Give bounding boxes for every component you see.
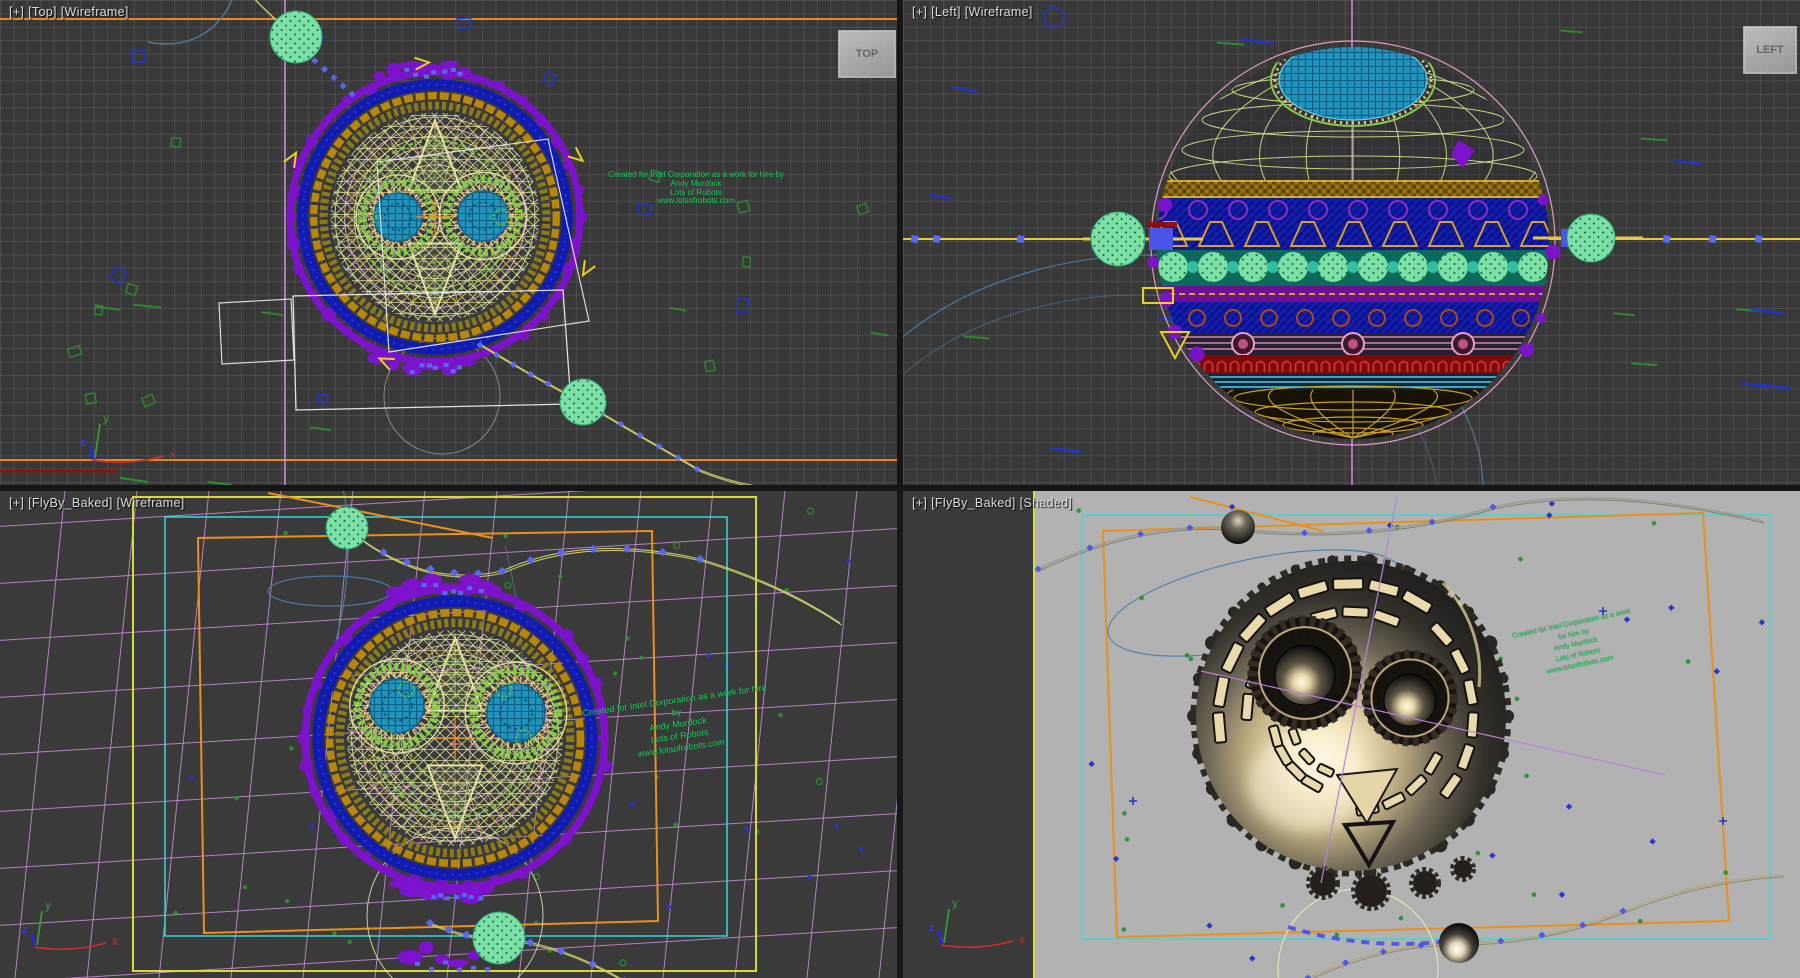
svg-text:x: x <box>170 447 176 461</box>
viewport-menu-general[interactable]: [+] <box>912 496 927 510</box>
wireframe-sphere-model <box>297 574 612 904</box>
viewport-menu-shading[interactable]: [Wireframe] <box>117 496 185 510</box>
viewport-flyby-wireframe[interactable]: yxz [+] [FlyBy_Baked] [Wireframe] Create… <box>0 491 897 978</box>
svg-text:x: x <box>1019 932 1025 946</box>
viewport-label-top: [+] [Top] [Wireframe] <box>9 5 129 19</box>
shaded-eye <box>1363 651 1457 745</box>
svg-text:z: z <box>929 922 935 934</box>
flyby-wireframe-scene: y x z <box>0 491 897 978</box>
viewport-menu-pov[interactable]: [Left] <box>931 5 961 19</box>
svg-text:x: x <box>112 934 118 948</box>
svg-text:z: z <box>80 437 86 449</box>
camera-axis-gizmo: y x z <box>929 896 1025 947</box>
svg-text:y: y <box>952 896 958 910</box>
viewport-menu-general[interactable]: [+] <box>9 496 24 510</box>
viewport-menu-pov[interactable]: [FlyBy_Baked] <box>931 496 1016 510</box>
viewport-label-left: [+] [Left] [Wireframe] <box>912 5 1033 19</box>
viewport-quad: yxz [+] [Top] [Wireframe] TOP Created fo… <box>0 0 1800 978</box>
viewport-menu-general[interactable]: [+] <box>9 5 24 19</box>
viewport-menu-pov[interactable]: [Top] <box>28 5 57 19</box>
viewport-menu-shading[interactable]: [Wireframe] <box>965 5 1033 19</box>
viewport-menu-shading[interactable]: [Wireframe] <box>61 5 129 19</box>
left-view-scene <box>903 0 1800 485</box>
viewport-flyby-shaded[interactable]: yxz [+] [FlyBy_Baked] [Shaded] Created f… <box>903 491 1800 978</box>
flyby-shaded-scene: y x z <box>903 491 1800 978</box>
shaded-eye <box>1249 617 1361 729</box>
world-axis-gizmo: y x z <box>80 411 176 462</box>
flyby-shaded-root: y x z <box>929 491 1800 978</box>
svg-text:y: y <box>103 411 109 425</box>
left-view-sphere-model <box>1135 34 1578 485</box>
viewcube-left[interactable]: LEFT <box>1743 26 1797 74</box>
svg-text:z: z <box>22 924 28 936</box>
viewport-menu-general[interactable]: [+] <box>912 5 927 19</box>
viewcube-top[interactable]: TOP <box>838 30 896 78</box>
viewport-top[interactable]: yxz [+] [Top] [Wireframe] TOP Created fo… <box>0 0 897 485</box>
viewport-left[interactable]: [+] [Left] [Wireframe] LEFT <box>903 0 1800 485</box>
top-scene-root: y x z <box>0 0 897 485</box>
viewport-menu-pov[interactable]: [FlyBy_Baked] <box>28 496 113 510</box>
viewport-menu-shading[interactable]: [Shaded] <box>1020 496 1072 510</box>
top-view-scene: y x z <box>0 0 897 485</box>
flyby-wire-root: y x z <box>0 491 897 978</box>
viewport-label-flyby-shaded: [+] [FlyBy_Baked] [Shaded] <box>912 496 1072 510</box>
viewport-label-flyby-wireframe: [+] [FlyBy_Baked] [Wireframe] <box>9 496 185 510</box>
svg-text:y: y <box>45 898 51 912</box>
left-scene-root <box>903 0 1800 485</box>
